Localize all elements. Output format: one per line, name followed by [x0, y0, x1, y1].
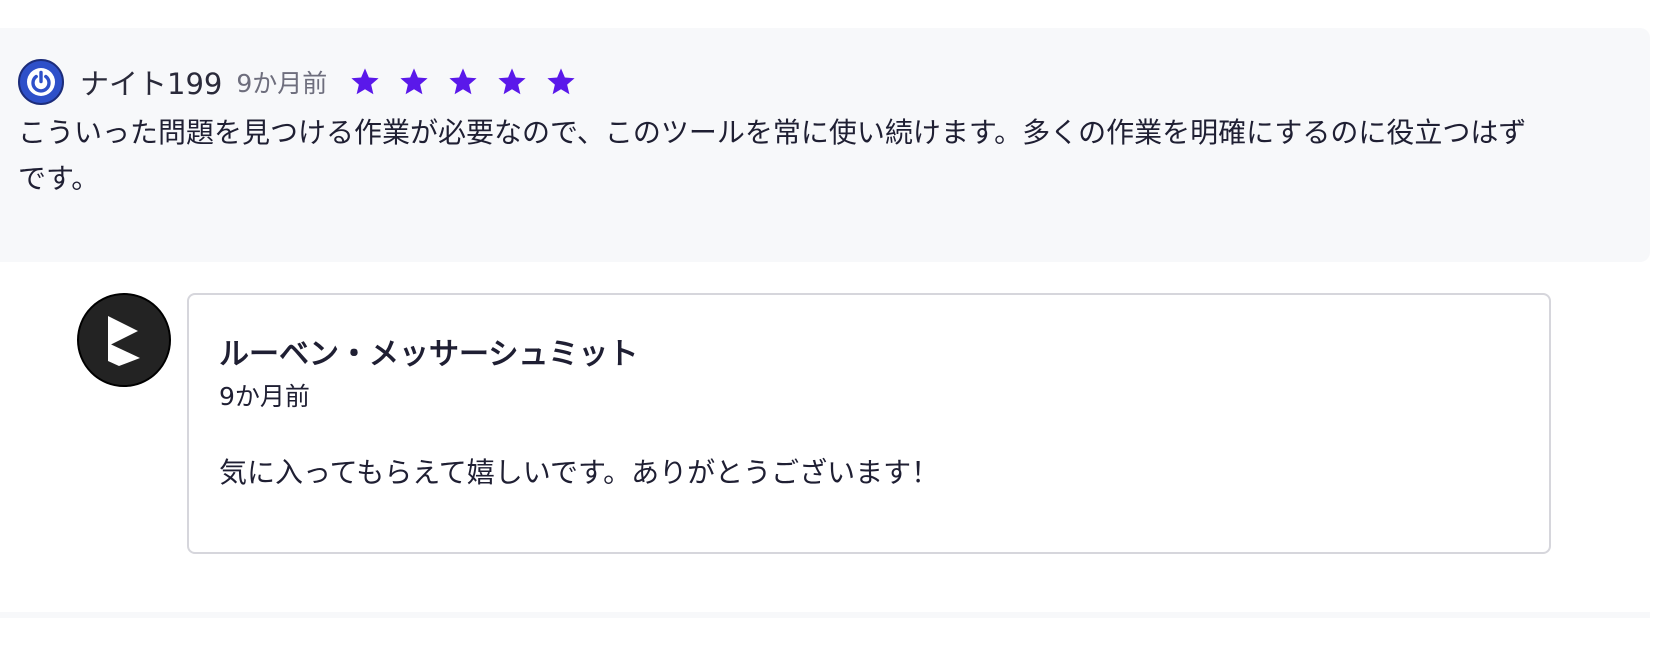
next-review-edge — [0, 612, 1650, 618]
review-header: ナイト199 9か月前 — [18, 58, 577, 106]
reply-author-name[interactable]: ルーベン・メッサーシュミット — [219, 329, 638, 373]
reply-text: 気に入ってもらえて嬉しいです。ありがとうございます！ — [219, 456, 940, 489]
review-text: こういった問題を見つける作業が必要なので、このツールを常に使い続けます。多くの作… — [18, 116, 1527, 195]
review-timestamp: 9か月前 — [236, 69, 328, 98]
reply-author-avatar[interactable] — [77, 293, 171, 387]
star-icon — [400, 68, 428, 95]
star-icon — [547, 68, 575, 95]
star-icon — [351, 68, 379, 95]
reply-card: ルーベン・メッサーシュミット 9か月前 気に入ってもらえて嬉しいです。ありがとう… — [187, 293, 1551, 554]
brand-logo-icon — [108, 316, 140, 366]
reviewer-name[interactable]: ナイト199 — [80, 61, 222, 103]
star-icon — [498, 68, 526, 95]
reviewer-avatar[interactable] — [18, 59, 64, 105]
review-card: ナイト199 9か月前 こういった問題を見つける作業が必要なので、このツールを常… — [0, 28, 1650, 262]
reply-timestamp: 9か月前 — [219, 382, 310, 411]
star-rating — [349, 66, 577, 98]
star-icon — [449, 68, 477, 95]
power-icon — [27, 68, 55, 96]
